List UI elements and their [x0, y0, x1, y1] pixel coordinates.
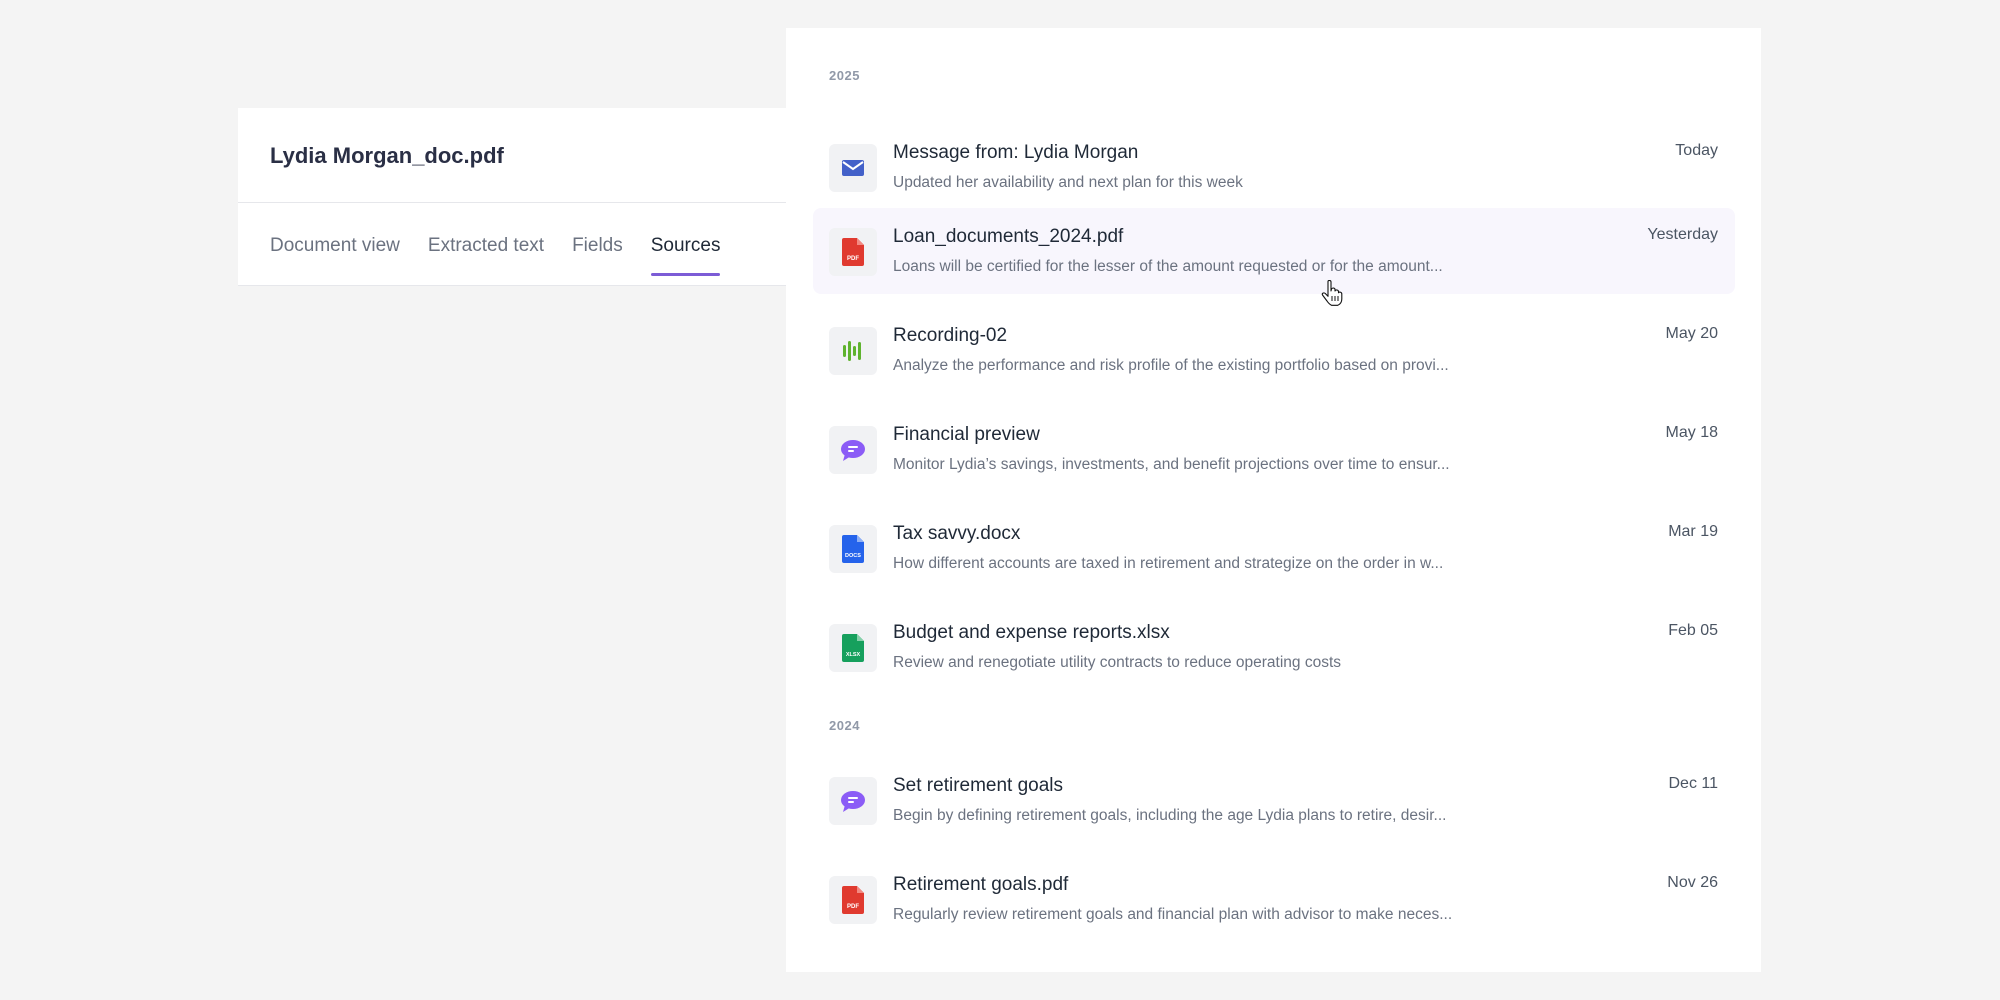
source-item-loan-documents[interactable]: PDF Loan_documents_2024.pdf Loans will b… — [813, 208, 1735, 294]
source-description: Begin by defining retirement goals, incl… — [893, 807, 1447, 824]
source-description: How different accounts are taxed in reti… — [893, 555, 1444, 572]
svg-text:PDF: PDF — [847, 256, 859, 262]
document-card: Lydia Morgan_doc.pdf Document view Extra… — [238, 108, 798, 286]
source-date: May 18 — [1665, 424, 1718, 441]
source-title: Retirement goals.pdf — [893, 874, 1069, 895]
docx-file-icon: DOCS — [829, 525, 877, 573]
tabs-divider — [238, 285, 798, 286]
source-date: Today — [1675, 142, 1718, 159]
source-title: Financial preview — [893, 424, 1040, 445]
year-heading-2025: 2025 — [829, 68, 860, 83]
source-item-budget-reports[interactable]: XLSX Budget and expense reports.xlsx Rev… — [813, 604, 1735, 690]
mail-icon — [829, 144, 877, 192]
source-item-retirement-goals-pdf[interactable]: PDF Retirement goals.pdf Regularly revie… — [813, 856, 1735, 942]
source-date: Nov 26 — [1667, 874, 1718, 891]
chat-bubble-icon — [829, 426, 877, 474]
source-item-recording[interactable]: Recording-02 Analyze the performance and… — [813, 307, 1735, 393]
year-heading-2024: 2024 — [829, 718, 860, 733]
pointer-cursor-icon — [1321, 279, 1343, 311]
svg-text:PDF: PDF — [847, 904, 859, 910]
document-title: Lydia Morgan_doc.pdf — [270, 143, 504, 168]
source-title: Budget and expense reports.xlsx — [893, 622, 1170, 643]
document-tabs: Document view Extracted text Fields Sour… — [270, 235, 720, 276]
divider — [238, 202, 798, 203]
audio-waveform-icon — [829, 327, 877, 375]
xlsx-file-icon: XLSX — [829, 624, 877, 672]
tab-document-view[interactable]: Document view — [270, 235, 400, 274]
chat-bubble-icon — [829, 777, 877, 825]
source-date: Yesterday — [1647, 226, 1718, 243]
source-description: Regularly review retirement goals and fi… — [893, 906, 1453, 923]
source-title: Set retirement goals — [893, 775, 1064, 796]
svg-text:XLSX: XLSX — [846, 652, 861, 658]
pdf-file-icon: PDF — [829, 876, 877, 924]
source-description: Loans will be certified for the lesser o… — [893, 258, 1443, 275]
source-date: Dec 11 — [1668, 775, 1718, 792]
source-date: Mar 19 — [1668, 523, 1718, 540]
source-description: Updated her availability and next plan f… — [893, 174, 1243, 191]
source-date: Feb 05 — [1668, 622, 1718, 639]
tab-sources[interactable]: Sources — [650, 235, 720, 276]
source-item-message[interactable]: Message from: Lydia Morgan Updated her a… — [813, 124, 1735, 210]
source-title: Recording-02 — [893, 325, 1008, 346]
pdf-file-icon: PDF — [829, 228, 877, 276]
source-description: Analyze the performance and risk profile… — [893, 357, 1449, 374]
source-date: May 20 — [1665, 325, 1718, 342]
source-description: Review and renegotiate utility contracts… — [893, 654, 1342, 671]
tab-fields[interactable]: Fields — [572, 235, 623, 274]
tab-extracted-text[interactable]: Extracted text — [428, 235, 544, 274]
source-description: Monitor Lydia’s savings, investments, an… — [893, 456, 1450, 473]
source-title: Tax savvy.docx — [893, 523, 1021, 544]
sources-panel: 2025 Message from: Lydia Morgan Updated … — [786, 28, 1761, 972]
source-item-tax-savvy[interactable]: DOCS Tax savvy.docx How different accoun… — [813, 505, 1735, 591]
source-item-set-retirement-goals[interactable]: Set retirement goals Begin by defining r… — [813, 757, 1735, 843]
source-title: Loan_documents_2024.pdf — [893, 226, 1124, 247]
source-title: Message from: Lydia Morgan — [893, 142, 1139, 163]
source-item-financial-preview[interactable]: Financial preview Monitor Lydia’s saving… — [813, 406, 1735, 492]
svg-text:DOCS: DOCS — [845, 553, 861, 559]
